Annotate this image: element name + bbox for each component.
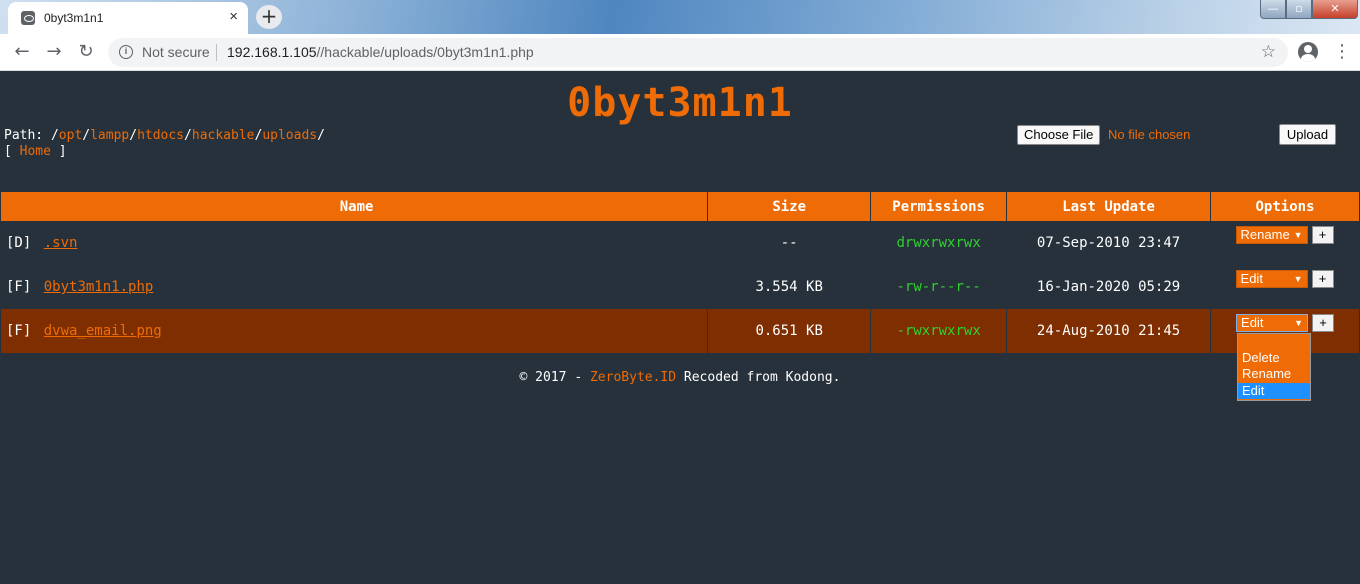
url-path: //hackable/uploads/0byt3m1n1.php [316,44,534,60]
file-link[interactable]: 0byt3m1n1.php [44,279,154,295]
file-type: [D] [6,235,32,251]
home-link-wrapper: [ Home ] [4,144,67,159]
new-tab-button[interactable]: + [256,5,282,29]
size-cell: 0.651 KB [707,309,872,353]
file-link[interactable]: dvwa_email.png [44,323,162,339]
url-text[interactable]: 192.168.1.105//hackable/uploads/0byt3m1n… [227,44,534,60]
header-permissions: Permissions [870,192,1008,221]
close-window-button[interactable]: ✕ [1312,0,1358,19]
window-controls: — ▫ ✕ [1260,0,1358,20]
file-table: Name Size Permissions Last Update Option… [1,192,1360,353]
action-select[interactable]: Rename ▼ [1235,226,1308,244]
date-cell: 07-Sep-2010 23:47 [1036,235,1181,251]
action-dropdown-list: Delete Rename Edit [1237,333,1311,401]
choose-file-button[interactable]: Choose File [1017,125,1101,145]
chevron-down-icon: ▼ [1294,318,1304,328]
info-icon[interactable]: i [119,45,133,59]
dropdown-option-edit[interactable]: Edit [1238,383,1310,399]
path-breadcrumb: Path: /opt/lampp/htdocs/hackable/uploads… [4,128,325,143]
reload-icon[interactable]: ↻ [75,41,97,63]
path-segment-htdocs[interactable]: htdocs [137,128,184,143]
size-cell: 3.554 KB [755,279,823,295]
action-select-value: Edit [1241,315,1264,330]
permissions-cell: -rw-r--r-- [896,279,981,295]
home-link[interactable]: Home [20,144,51,159]
permissions-cell: -rwxrwxrwx [870,309,1008,353]
submit-action-button[interactable]: + [1311,270,1334,288]
browser-tab[interactable]: 0byt3m1n1 × [8,2,248,34]
tab-title: 0byt3m1n1 [44,11,104,25]
submit-action-button[interactable]: + [1312,314,1335,332]
header-last-update: Last Update [1006,192,1212,221]
options-cell: Rename ▼ + [1211,221,1360,265]
security-label: Not secure [142,44,210,60]
path-segment-lampp[interactable]: lampp [90,128,129,143]
footer-prefix: © 2017 - [519,370,590,385]
name-cell: [F] dvwa_email.png [1,309,709,353]
header-size: Size [707,192,872,221]
header-name: Name [1,192,709,221]
name-cell: [D] .svn [1,221,708,265]
file-link[interactable]: .svn [44,235,78,251]
address-bar[interactable]: i Not secure 192.168.1.105//hackable/upl… [108,38,1288,67]
action-select-value: Edit [1240,271,1263,286]
footer: © 2017 - ZeroByte.ID Recoded from Kodong… [0,370,1360,385]
favicon-icon [21,11,35,25]
upload-button[interactable]: Upload [1279,124,1336,145]
action-select[interactable]: Edit ▼ [1235,270,1308,288]
maximize-button[interactable]: ▫ [1286,0,1312,19]
header-options: Options [1210,192,1360,221]
path-segment-hackable[interactable]: hackable [192,128,255,143]
forward-arrow-icon[interactable]: → [43,41,65,63]
chevron-down-icon: ▼ [1293,230,1303,240]
path-segment-opt[interactable]: opt [59,128,82,143]
chevron-down-icon: ▼ [1293,274,1303,284]
submit-action-button[interactable]: + [1311,226,1334,244]
page-title: 0byt3m1n1 [567,80,793,126]
browser-tab-strip: 0byt3m1n1 × + — ▫ ✕ [0,0,1360,34]
url-host: 192.168.1.105 [227,44,317,60]
table-row: [D] .svn -- drwxrwxrwx 07-Sep-2010 23:47… [1,221,1360,265]
action-select[interactable]: Edit ▼ [1236,314,1309,332]
tab-close-icon[interactable]: × [229,8,238,25]
back-arrow-icon[interactable]: ← [11,41,33,63]
date-cell: 16-Jan-2020 05:29 [1036,279,1181,295]
browser-toolbar: ← → ↻ i Not secure 192.168.1.105//hackab… [0,34,1360,71]
bookmark-star-icon[interactable]: ☆ [1261,42,1276,62]
options-cell: Edit ▼ + [1211,265,1360,309]
table-header-row: Name Size Permissions Last Update Option… [1,192,1360,221]
account-icon[interactable] [1298,42,1318,62]
name-cell: [F] 0byt3m1n1.php [1,265,708,309]
table-row: [F] 0byt3m1n1.php 3.554 KB -rw-r--r-- 16… [1,265,1360,309]
file-status: No file chosen [1108,127,1191,142]
browser-menu-icon[interactable]: ⋮ [1333,41,1351,62]
size-cell: -- [780,235,798,251]
omnibox-divider [216,44,217,61]
file-type: [F] [6,323,32,339]
path-segment-uploads[interactable]: uploads [262,128,317,143]
minimize-button[interactable]: — [1260,0,1286,19]
dropdown-option-delete[interactable]: Delete [1238,350,1310,366]
footer-link[interactable]: ZeroByte.ID [590,370,676,385]
file-type: [F] [6,279,32,295]
permissions-cell: drwxrwxrwx [896,235,981,251]
date-cell: 24-Aug-2010 21:45 [1006,309,1212,353]
action-select-value: Rename [1240,227,1290,242]
path-label: Path: [4,128,51,143]
table-row: [F] dvwa_email.png 0.651 KB -rwxrwxrwx 2… [1,309,1360,353]
footer-suffix: Recoded from Kodong. [676,370,841,385]
